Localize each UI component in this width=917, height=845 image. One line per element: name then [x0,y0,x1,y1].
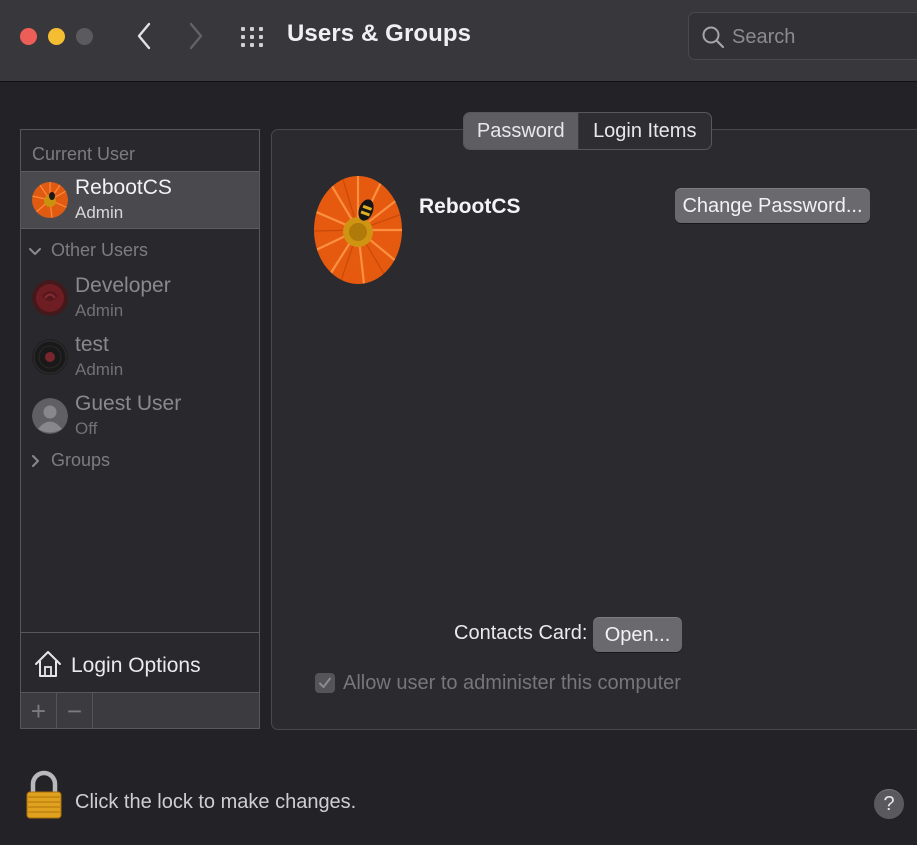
tab-login-items[interactable]: Login Items [579,113,711,149]
user-name: Guest User [75,392,182,415]
chevron-down-icon [29,248,41,255]
user-row-guest[interactable]: Guest User Off [21,388,259,446]
chevron-right-icon [32,455,39,467]
user-row-test[interactable]: test Admin [21,329,259,387]
search-icon [702,26,725,49]
user-role: Admin [75,360,124,379]
user-row-current[interactable]: RebootCS Admin [21,171,259,229]
user-role: Off [75,419,98,438]
lock-status-text: Click the lock to make changes. [75,791,357,813]
show-all-grid-button[interactable] [238,24,268,50]
forward-button[interactable] [182,20,210,52]
other-users-header: Other Users [51,240,149,260]
groups-disclosure[interactable]: Groups [21,450,259,476]
back-button[interactable] [130,20,158,52]
title-bar: Users & Groups [0,0,917,82]
other-users-disclosure[interactable]: Other Users [21,240,259,266]
rose-avatar [32,280,68,316]
tab-password[interactable]: Password [464,113,579,149]
help-button[interactable]: ? [874,789,904,819]
close-window-button[interactable] [20,28,37,45]
user-row-developer[interactable]: Developer Admin [21,270,259,328]
chevron-left-icon [137,22,151,50]
current-user-name: RebootCS [75,176,172,199]
chevron-right-icon [189,22,203,50]
remove-user-button[interactable]: − [57,693,93,729]
login-options-item[interactable]: Login Options [21,632,259,692]
profile-picture[interactable] [314,176,402,284]
profile-user-name: RebootCS [419,195,521,218]
groups-header: Groups [51,450,111,470]
allow-admin-checkbox[interactable] [315,673,335,693]
sidebar-action-bar: + − [21,692,259,729]
contacts-card-label: Contacts Card: [454,622,588,644]
user-name: test [75,333,109,356]
lock-button[interactable] [24,770,64,827]
user-name: Developer [75,274,171,297]
open-contacts-card-button[interactable]: Open... [593,617,682,652]
change-password-button[interactable]: Change Password... [675,188,870,223]
flower-avatar [32,182,68,218]
current-user-role: Admin [75,203,124,222]
minimize-window-button[interactable] [48,28,65,45]
add-user-button[interactable]: + [21,693,57,729]
zoom-window-button[interactable] [76,28,93,45]
tab-bar: Password Login Items [463,112,712,150]
house-icon [35,651,61,677]
allow-admin-label: Allow user to administer this computer [343,672,681,694]
current-user-header: Current User [32,144,136,164]
window-title: Users & Groups [287,20,472,47]
padlock-icon [26,770,62,819]
guest-user-icon [32,398,68,434]
checkmark-icon [319,677,331,688]
search-input[interactable] [732,23,912,51]
users-sidebar: Current User RebootCS Admin Other Users [20,129,260,729]
user-role: Admin [75,301,124,320]
search-field[interactable] [688,12,917,60]
login-options-label: Login Options [71,654,201,677]
vinyl-avatar [32,339,68,375]
